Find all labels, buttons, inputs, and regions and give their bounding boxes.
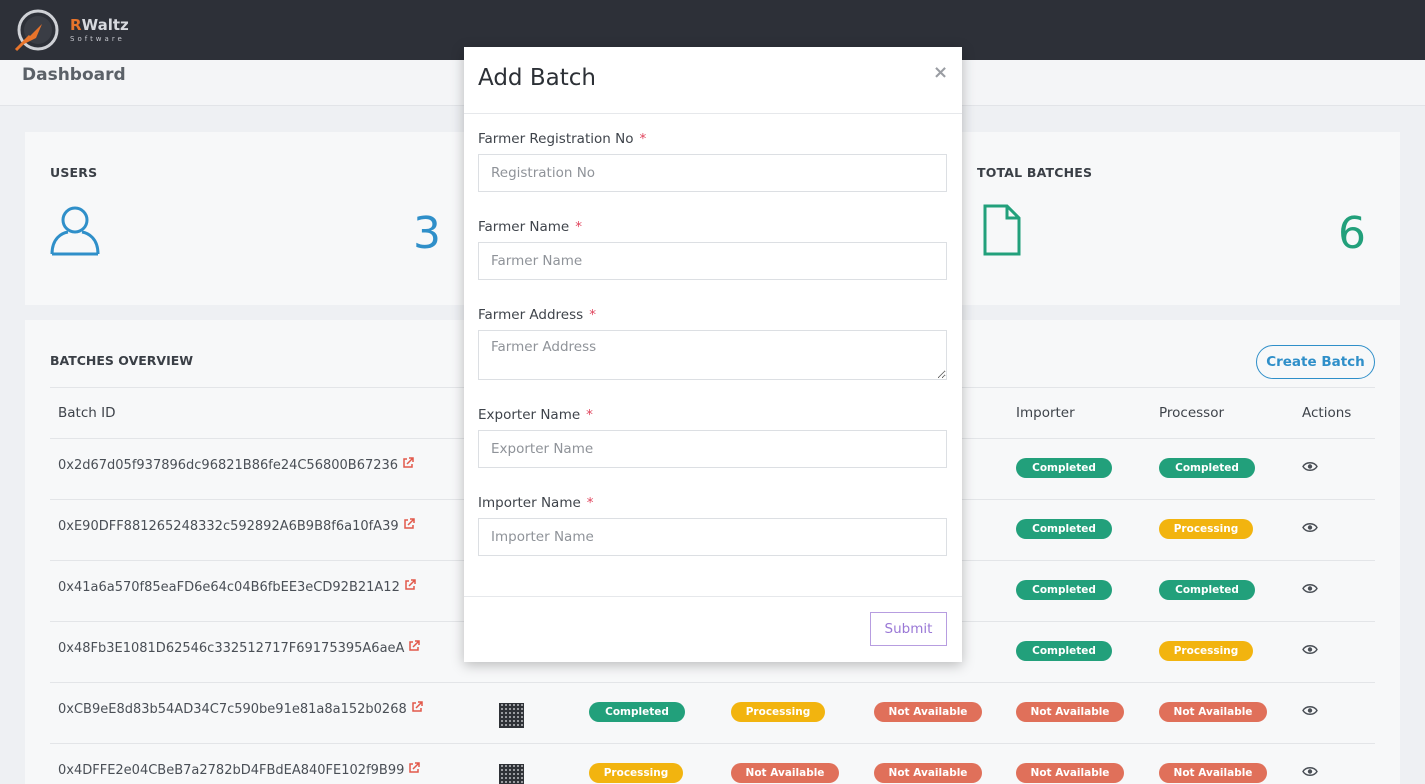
- modal-footer: Submit: [464, 596, 962, 662]
- modal-header: Add Batch ×: [464, 47, 962, 114]
- exporter-name-label: Exporter Name *: [478, 407, 593, 423]
- submit-button[interactable]: Submit: [870, 612, 947, 646]
- modal-title: Add Batch: [478, 65, 596, 91]
- farmer-registration-input[interactable]: [478, 154, 947, 192]
- exporter-name-input[interactable]: [478, 430, 947, 468]
- farmer-registration-label: Farmer Registration No *: [478, 131, 647, 147]
- farmer-name-label: Farmer Name *: [478, 219, 582, 235]
- add-batch-modal: Add Batch × Farmer Registration No* Farm…: [464, 47, 962, 662]
- importer-name-label: Importer Name *: [478, 495, 594, 511]
- importer-name-input[interactable]: [478, 518, 947, 556]
- close-icon[interactable]: ×: [933, 62, 948, 83]
- farmer-name-input[interactable]: [478, 242, 947, 280]
- farmer-address-input[interactable]: [478, 330, 947, 380]
- farmer-address-label: Farmer Address *: [478, 307, 596, 323]
